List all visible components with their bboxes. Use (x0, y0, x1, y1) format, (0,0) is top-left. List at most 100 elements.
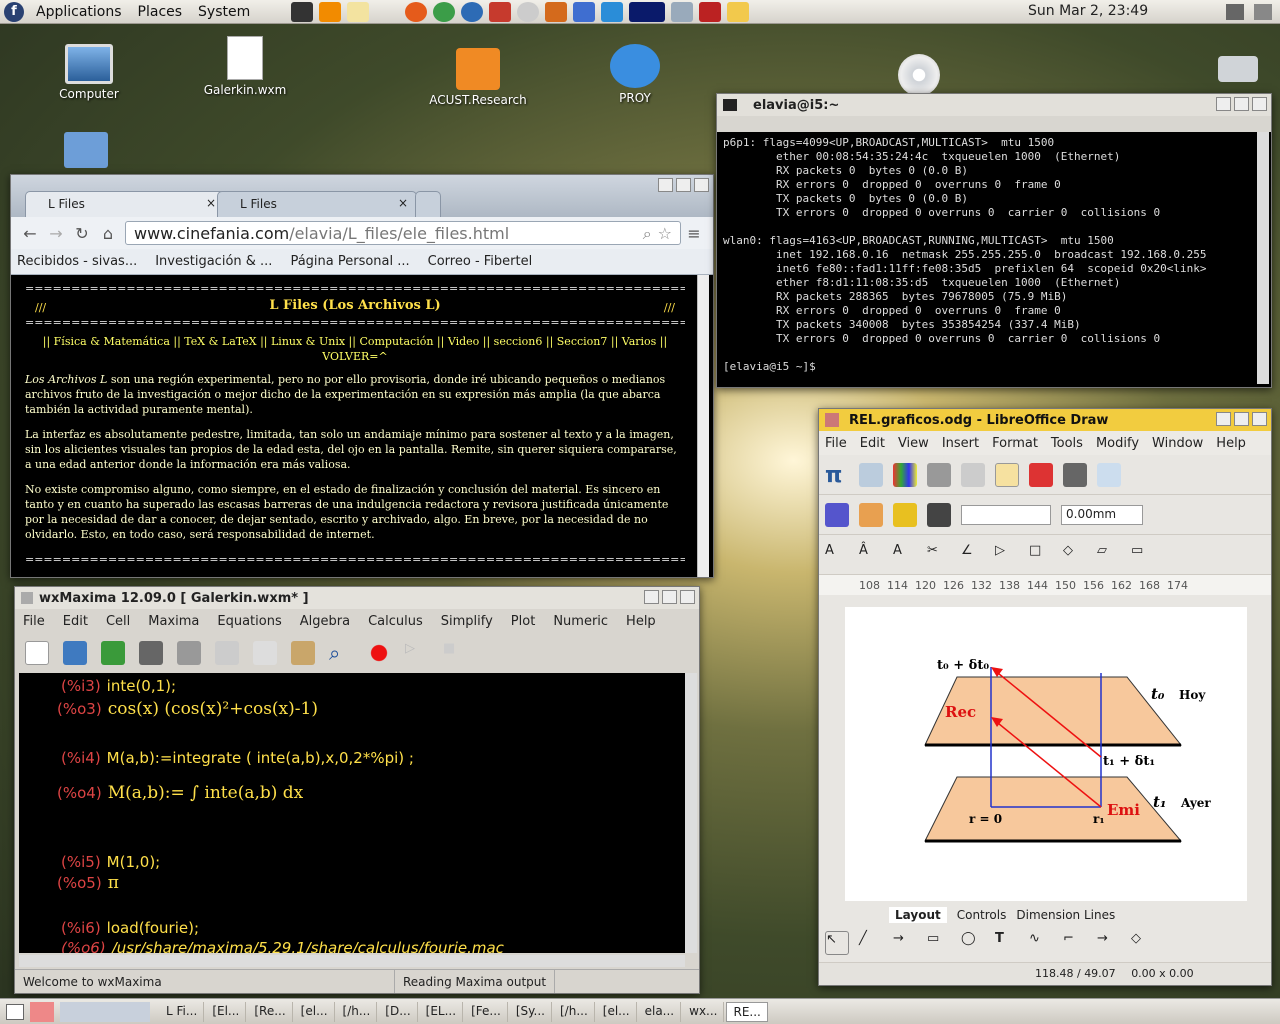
desktop-icon-computer[interactable]: Computer (34, 44, 144, 101)
select-arrow-icon[interactable]: ↖ (825, 930, 849, 955)
menu-calculus[interactable]: Calculus (368, 614, 423, 629)
task-4[interactable]: [el... (295, 1001, 335, 1022)
pi-icon[interactable]: π (825, 463, 849, 488)
fontwork-icon[interactable]: Â (859, 543, 883, 567)
menu-view[interactable]: View (898, 436, 929, 451)
maximize-button[interactable] (1234, 412, 1249, 426)
bookmark-2[interactable]: Investigación & ... (155, 254, 272, 269)
minimize-button[interactable] (658, 178, 673, 192)
gear-launcher-icon[interactable] (545, 1, 568, 22)
pdf-icon[interactable] (1029, 462, 1053, 487)
vlc-launcher-icon[interactable] (319, 1, 342, 22)
drawing-canvas[interactable]: t₀ + δt₀ t₀ Hoy Rec t₁ + δt₁ t₁ Ayer Emi… (845, 607, 1247, 901)
applications-menu[interactable]: Applications (28, 4, 130, 20)
mail-launcher-icon[interactable] (517, 1, 540, 22)
bucket-icon[interactable] (893, 502, 917, 527)
tab-dimension-lines[interactable]: Dimension Lines (1016, 908, 1115, 922)
menu-tools[interactable]: Tools (1051, 436, 1083, 451)
play-icon[interactable]: ▷ (405, 641, 429, 665)
menu-help[interactable]: Help (1216, 436, 1246, 451)
menu-format[interactable]: Format (992, 436, 1038, 451)
task-9[interactable]: [Sy... (510, 1001, 552, 1022)
tools-icon[interactable] (859, 462, 883, 487)
menu-help[interactable]: Help (626, 614, 656, 629)
notes-launcher-icon[interactable] (347, 1, 370, 22)
search-icon[interactable]: ⌕ (329, 641, 353, 665)
workspace-switcher[interactable] (60, 1001, 150, 1022)
places-menu[interactable]: Places (130, 4, 191, 20)
home-folder-icon[interactable] (64, 132, 108, 168)
stop-icon[interactable]: ■ (443, 641, 467, 665)
folder-launcher-icon[interactable] (727, 1, 750, 22)
close-button[interactable] (1252, 412, 1267, 426)
menu-cell[interactable]: Cell (106, 614, 130, 629)
page-scrollbar[interactable] (697, 275, 709, 577)
browser-tab-1[interactable]: L Files × (25, 191, 225, 217)
drive-icon[interactable] (1218, 56, 1258, 82)
desktop-icon-galerkin[interactable]: Galerkin.wxm (190, 36, 300, 97)
menu-simplify[interactable]: Simplify (441, 614, 493, 629)
menu-insert[interactable]: Insert (942, 436, 979, 451)
menu-equations[interactable]: Equations (217, 614, 281, 629)
task-7[interactable]: [EL... (420, 1001, 464, 1022)
parallelogram-icon[interactable]: ▱ (1097, 543, 1121, 567)
volume-icon[interactable] (1226, 4, 1244, 20)
search-icon[interactable]: ⌕ (643, 224, 652, 244)
home-icon[interactable]: ⌂ (95, 224, 121, 243)
edit-icon[interactable] (995, 462, 1019, 487)
scissors-icon[interactable]: ✂ (927, 543, 951, 567)
menu-modify[interactable]: Modify (1096, 436, 1139, 451)
diamond-icon[interactable]: ◇ (1063, 543, 1087, 567)
config-icon[interactable] (177, 641, 201, 665)
minimize-button[interactable] (644, 590, 659, 604)
fedora-logo-icon[interactable]: f (4, 1, 24, 22)
lines-arrows-icon[interactable]: → (1097, 931, 1121, 955)
input-cell[interactable]: (%i4) M(a,b):=integrate ( inte(a,b),x,0,2… (61, 749, 414, 767)
browser-tab-2[interactable]: L Files × (217, 191, 417, 217)
show-desktop-icon[interactable] (6, 1003, 24, 1020)
wxmaxima-titlebar[interactable]: wxMaxima 12.09.0 [ Galerkin.wxm* ] (15, 587, 699, 609)
stop-launcher-icon[interactable] (699, 1, 722, 22)
monitor-launcher-icon[interactable] (629, 1, 666, 22)
star-icon[interactable]: ☆ (658, 224, 672, 243)
cut-icon[interactable] (215, 641, 239, 665)
power-icon[interactable] (1254, 4, 1272, 20)
task-1[interactable]: L Fi... (160, 1001, 205, 1022)
print-icon[interactable] (1063, 462, 1087, 487)
line-icon[interactable]: ╱ (859, 931, 883, 955)
new-tab-button[interactable] (415, 191, 441, 217)
text-icon[interactable]: A (893, 543, 917, 567)
menu-file[interactable]: File (825, 436, 847, 451)
text-tool-icon[interactable]: T (995, 931, 1019, 955)
input-cell[interactable]: (%i6) load(fourie); (61, 919, 199, 937)
bookmark-3[interactable]: Página Personal ... (290, 254, 409, 269)
bookmark-1[interactable]: Recibidos - sivas... (17, 254, 137, 269)
menu-icon[interactable]: ≡ (681, 224, 707, 243)
task-3[interactable]: [Re... (248, 1001, 293, 1022)
task-6[interactable]: [D... (379, 1001, 418, 1022)
ellipse-icon[interactable]: ◯ (961, 931, 985, 955)
gd-icon[interactable] (825, 502, 849, 527)
open-icon[interactable] (927, 462, 951, 487)
fish-launcher-icon[interactable] (601, 1, 624, 22)
menu-numeric[interactable]: Numeric (553, 614, 608, 629)
menu-maxima[interactable]: Maxima (148, 614, 199, 629)
hand-icon[interactable] (859, 502, 883, 527)
menu-plot[interactable]: Plot (511, 614, 536, 629)
close-button[interactable] (1252, 97, 1267, 111)
open-icon[interactable] (63, 641, 87, 665)
menu-window[interactable]: Window (1152, 436, 1203, 451)
maximize-button[interactable] (662, 590, 677, 604)
angle-icon[interactable]: ∠ (961, 543, 985, 567)
workspace-icon[interactable] (30, 1001, 54, 1022)
line-width-field[interactable]: 0.00mm (1061, 504, 1143, 525)
kde-launcher-icon[interactable] (461, 1, 484, 22)
system-menu[interactable]: System (190, 4, 258, 20)
save-icon[interactable] (101, 641, 125, 665)
app-launcher-icon[interactable] (489, 1, 512, 22)
tab-controls[interactable]: Controls (957, 908, 1007, 922)
desktop-icon-proy[interactable]: PROY (580, 44, 690, 105)
maximize-button[interactable] (676, 178, 691, 192)
terminal-titlebar[interactable]: elavia@i5:~ (717, 94, 1271, 116)
color-grid-icon[interactable] (893, 462, 917, 487)
